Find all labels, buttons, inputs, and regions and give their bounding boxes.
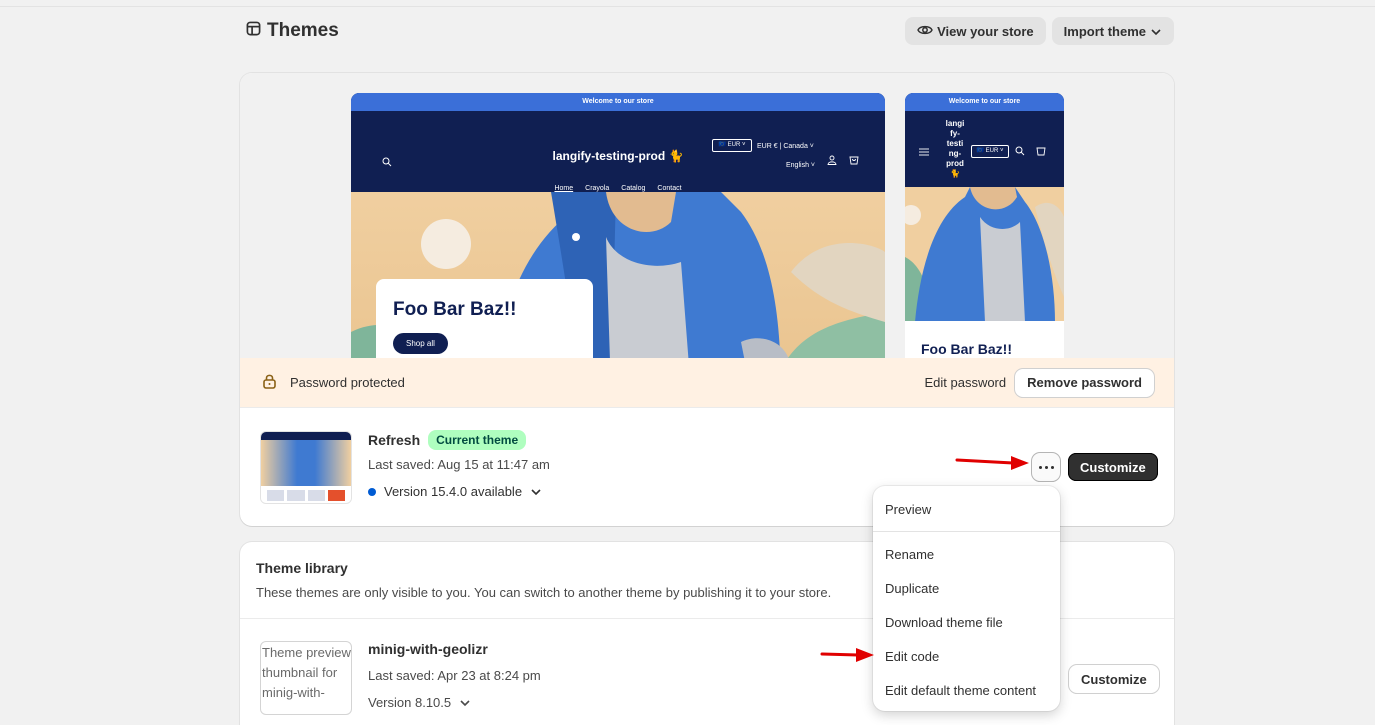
chevron-down-icon bbox=[1150, 24, 1162, 39]
store-name-line: fy- bbox=[950, 129, 960, 138]
library-theme-name: minig-with-geolizr bbox=[368, 641, 488, 657]
mobile-hero-image bbox=[905, 187, 1064, 322]
cart-icon bbox=[1036, 144, 1046, 159]
preview-hero-image: Foo Bar Baz!! Shop all bbox=[351, 192, 885, 358]
mobile-preview: Welcome to our store langi fy- testi ng-… bbox=[905, 93, 1064, 358]
current-theme-saved: Last saved: Aug 15 at 11:47 am bbox=[368, 457, 550, 472]
store-name-line: prod bbox=[946, 159, 964, 168]
mobile-currency-pill: 🇪🇺 EUR ˅ bbox=[971, 145, 1009, 158]
header-actions: View your store Import theme bbox=[905, 17, 1174, 45]
theme-actions-menu: Preview Rename Duplicate Download theme … bbox=[873, 486, 1060, 711]
remove-password-button[interactable]: Remove password bbox=[1015, 368, 1154, 397]
preview-store-name: langify-testing-prod 🐈 bbox=[552, 149, 684, 163]
broken-image-alt-text: Theme preview thumbnail for minig-with- bbox=[262, 645, 351, 700]
preview-nav-item: Contact bbox=[657, 185, 682, 192]
theme-preview-area[interactable]: Welcome to our store langify-testing-pro… bbox=[240, 73, 1174, 358]
menu-item-edit-default-theme-content[interactable]: Edit default theme content bbox=[873, 673, 1060, 707]
preview-hero-title: Foo Bar Baz!! bbox=[393, 299, 517, 320]
preview-header-icons bbox=[827, 153, 859, 168]
mobile-hero-box: Foo Bar Baz!! bbox=[905, 321, 1064, 358]
store-name-line: ng- bbox=[948, 149, 962, 158]
preview-shop-all: Shop all bbox=[393, 333, 448, 354]
store-name-line: testi bbox=[946, 139, 964, 148]
current-theme-name: Refresh bbox=[368, 432, 421, 448]
theme-store-icon bbox=[246, 20, 261, 42]
page-title: Themes bbox=[246, 20, 339, 42]
chevron-down-icon bbox=[530, 484, 542, 499]
mobile-preview-header: langi fy- testi ng- prod 🐈 🇪🇺 EUR ˅ bbox=[905, 111, 1064, 187]
preview-nav-item: Catalog bbox=[621, 185, 646, 192]
top-divider bbox=[0, 0, 1375, 7]
menu-icon bbox=[919, 144, 929, 159]
theme-library-description: These themes are only visible to you. Yo… bbox=[256, 585, 832, 600]
chevron-down-icon bbox=[459, 695, 471, 710]
menu-item-duplicate[interactable]: Duplicate bbox=[873, 571, 1060, 605]
annotation-arrow-icon bbox=[955, 456, 1029, 470]
current-theme-thumbnail[interactable] bbox=[260, 431, 352, 504]
version-available[interactable]: Version 15.4.0 available bbox=[368, 484, 542, 499]
current-theme-title: Refresh Current theme bbox=[368, 430, 527, 450]
view-store-button[interactable]: View your store bbox=[905, 17, 1046, 45]
lock-icon bbox=[262, 373, 277, 392]
thumbnail-hero bbox=[261, 440, 351, 486]
current-theme-card: Welcome to our store langify-testing-pro… bbox=[240, 73, 1174, 526]
preview-currency-pill: 🇪🇺 EUR ˅ bbox=[712, 139, 752, 152]
store-name-line: 🐈 bbox=[950, 169, 960, 178]
password-protected-label: Password protected bbox=[290, 375, 405, 390]
preview-nav: Home Crayola Catalog Contact bbox=[351, 185, 885, 192]
menu-item-rename[interactable]: Rename bbox=[873, 537, 1060, 571]
more-actions-button[interactable] bbox=[1032, 453, 1060, 481]
annotation-arrow-icon bbox=[820, 648, 874, 662]
password-actions: Edit password Remove password bbox=[924, 368, 1154, 397]
library-version-label: Version 8.10.5 bbox=[368, 695, 452, 710]
edit-password-link[interactable]: Edit password bbox=[924, 375, 1006, 390]
preview-nav-item: Crayola bbox=[585, 185, 610, 192]
version-label: Version 15.4.0 available bbox=[384, 484, 523, 499]
import-theme-label: Import theme bbox=[1063, 23, 1146, 39]
library-theme-version[interactable]: Version 8.10.5 bbox=[368, 695, 471, 710]
library-theme-thumbnail[interactable]: Theme preview thumbnail for minig-with- bbox=[260, 641, 352, 715]
page-title-text: Themes bbox=[267, 20, 339, 41]
menu-divider bbox=[873, 531, 1060, 532]
preview-header: langify-testing-prod 🐈 🇪🇺 EUR ˅ EUR € | … bbox=[351, 111, 885, 192]
library-customize-button[interactable]: Customize bbox=[1069, 665, 1159, 693]
mobile-announcement-bar: Welcome to our store bbox=[905, 93, 1064, 111]
mobile-hero-title: Foo Bar Baz!! bbox=[921, 341, 1012, 357]
preview-hero-box: Foo Bar Baz!! Shop all bbox=[376, 279, 593, 358]
search-icon bbox=[1015, 144, 1025, 159]
menu-item-edit-code[interactable]: Edit code bbox=[873, 639, 1060, 673]
preview-locale: EUR € | Canada ˅ bbox=[757, 143, 814, 150]
account-icon bbox=[827, 153, 837, 168]
eye-icon bbox=[917, 24, 933, 39]
password-banner: Password protected Edit password Remove … bbox=[240, 358, 1174, 407]
customize-button[interactable]: Customize bbox=[1068, 453, 1158, 481]
current-theme-badge: Current theme bbox=[428, 430, 527, 450]
menu-item-download-theme-file[interactable]: Download theme file bbox=[873, 605, 1060, 639]
view-store-label: View your store bbox=[937, 23, 1034, 39]
announcement-bar: Welcome to our store bbox=[351, 93, 885, 111]
desktop-preview: Welcome to our store langify-testing-pro… bbox=[351, 93, 885, 358]
store-name-line: langi bbox=[945, 119, 965, 128]
theme-library-title: Theme library bbox=[256, 560, 348, 576]
dot-icon bbox=[1050, 465, 1054, 469]
page-header: Themes View your store Import theme bbox=[246, 17, 1174, 45]
dot-icon bbox=[1044, 465, 1048, 469]
thumbnail-header bbox=[261, 432, 351, 440]
dot-icon bbox=[1038, 465, 1042, 469]
preview-nav-item: Home bbox=[554, 185, 574, 192]
library-theme-saved: Last saved: Apr 23 at 8:24 pm bbox=[368, 668, 541, 683]
mobile-store-name: langi fy- testi ng- prod 🐈 bbox=[941, 119, 969, 179]
menu-item-preview[interactable]: Preview bbox=[873, 492, 1060, 526]
preview-language: English ˅ bbox=[786, 162, 815, 169]
import-theme-button[interactable]: Import theme bbox=[1051, 17, 1174, 45]
cart-icon bbox=[849, 153, 859, 168]
info-dot-icon bbox=[368, 487, 376, 496]
thumbnail-products bbox=[261, 486, 351, 503]
